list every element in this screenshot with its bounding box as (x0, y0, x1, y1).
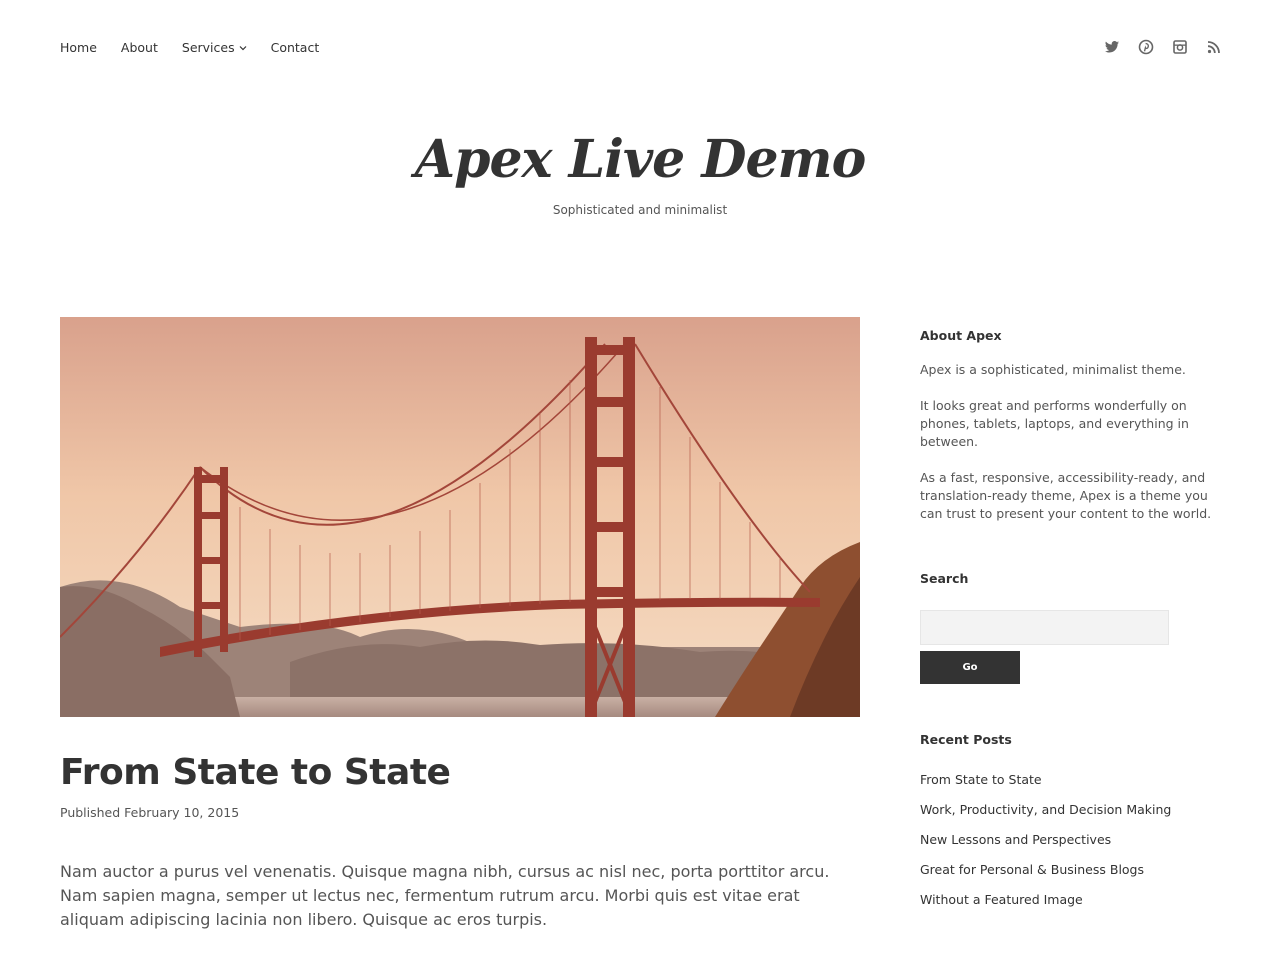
recent-post-link[interactable]: Without a Featured Image (920, 891, 1220, 921)
bridge-photo (60, 317, 860, 717)
about-paragraph: As a fast, responsive, accessibility-rea… (920, 470, 1212, 521)
menu-item-about[interactable]: About (121, 40, 158, 55)
recent-posts-widget: Recent Posts From State to State Work, P… (920, 732, 1220, 921)
sidebar: About Apex Apex is a sophisticated, mini… (920, 328, 1220, 960)
featured-image[interactable] (60, 317, 860, 717)
post-excerpt: Nam auctor a purus vel venenatis. Quisqu… (60, 862, 830, 929)
pinterest-icon[interactable] (1138, 39, 1154, 55)
menu-item-contact[interactable]: Contact (271, 40, 320, 55)
recent-post-link[interactable]: From State to State (920, 771, 1220, 801)
recent-post-link[interactable]: Work, Productivity, and Decision Making (920, 801, 1220, 831)
recent-posts-title: Recent Posts (920, 732, 1012, 747)
site-title[interactable]: Apex Live Demo (0, 120, 1280, 200)
about-widget-text: Apex is a sophisticated, minimalist them… (920, 361, 1220, 523)
rss-icon[interactable] (1206, 39, 1222, 55)
about-paragraph: Apex is a sophisticated, minimalist them… (920, 362, 1186, 377)
primary-menu: Home About Services Contact (60, 40, 319, 55)
menu-item-services-label: Services (181, 40, 235, 55)
instagram-icon[interactable] (1172, 39, 1188, 55)
recent-post-link[interactable]: Great for Personal & Business Blogs (920, 861, 1220, 891)
search-widget-title: Search (920, 571, 969, 586)
recent-posts-list: From State to State Work, Productivity, … (920, 771, 1220, 921)
twitter-icon[interactable] (1104, 39, 1120, 55)
about-widget-title: About Apex (920, 328, 1002, 343)
chevron-down-icon (239, 45, 247, 50)
about-paragraph: It looks great and performs wonderfully … (920, 398, 1189, 449)
site-tagline: Sophisticated and minimalist (552, 203, 728, 217)
recent-post-link[interactable]: New Lessons and Perspectives (920, 831, 1220, 861)
about-widget: About Apex Apex is a sophisticated, mini… (920, 328, 1220, 523)
social-links (1104, 39, 1222, 55)
post-meta: Published February 10, 2015 (60, 805, 240, 820)
search-go-button[interactable]: Go (920, 651, 1020, 684)
menu-item-home[interactable]: Home (60, 40, 97, 55)
search-input[interactable] (920, 610, 1169, 645)
menu-item-services[interactable]: Services (182, 40, 247, 55)
search-widget: Search Go (920, 571, 1220, 684)
post-title[interactable]: From State to State (60, 752, 451, 793)
